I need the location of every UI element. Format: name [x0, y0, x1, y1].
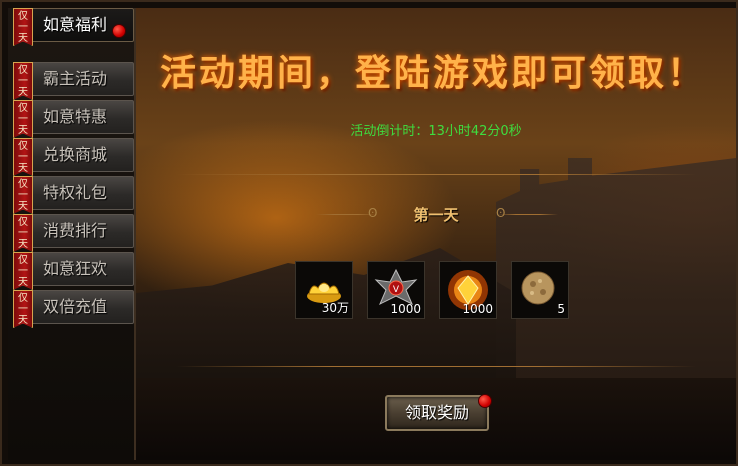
- scroll-ornament-right-icon: ʘ: [496, 206, 506, 220]
- sidebar-item-exchange-shop[interactable]: 仅一天 兑换商城: [13, 138, 134, 176]
- one-day-ribbon: 仅一天: [13, 100, 33, 138]
- sidebar-item-label: 特权礼包: [43, 183, 108, 202]
- one-day-ribbon: 仅一天: [13, 8, 33, 46]
- sidebar-item-double-recharge[interactable]: 仅一天 双倍充值: [13, 290, 134, 328]
- sidebar-item-overlord-event[interactable]: 仅一天 霸主活动: [13, 62, 134, 100]
- sidebar-item-privilege-pack[interactable]: 仅一天 特权礼包: [13, 176, 134, 214]
- day-title: 第一天: [413, 206, 459, 224]
- sidebar-item-spending-ranking[interactable]: 仅一天 消费排行: [13, 214, 134, 252]
- countdown-label: 活动倒计时：: [350, 124, 429, 139]
- reward-quantity: 1000: [390, 302, 421, 316]
- one-day-ribbon: 仅一天: [13, 252, 33, 290]
- day-title-right-line: [498, 214, 558, 215]
- one-day-ribbon: 仅一天: [13, 176, 33, 214]
- notification-dot: [112, 24, 126, 38]
- reward-quantity: 30万: [321, 301, 349, 315]
- countdown-value: 13小时42分0秒: [428, 124, 522, 139]
- sidebar: 仅一天 如意福利 仅一天 霸主活动 仅一天 如意特惠 仅一天 兑换商城 仅一天 …: [8, 8, 136, 460]
- one-day-ribbon: 仅一天: [13, 138, 33, 176]
- sidebar-item-label: 双倍充值: [43, 297, 108, 316]
- claim-reward-button[interactable]: 领取奖励: [385, 395, 489, 431]
- divider-bottom: [176, 366, 696, 367]
- sidebar-item-label: 如意福利: [43, 15, 108, 34]
- reward-quantity: 1000: [462, 302, 493, 316]
- sidebar-item-label: 消费排行: [43, 221, 108, 240]
- one-day-ribbon: 仅一天: [13, 62, 33, 100]
- sidebar-item-ruyi-deals[interactable]: 仅一天 如意特惠: [13, 100, 134, 138]
- reward-slot[interactable]: V 1000: [367, 261, 425, 319]
- countdown-text: 活动倒计时：13小时42分0秒: [136, 120, 736, 139]
- reward-slot[interactable]: 1000: [439, 261, 497, 319]
- event-headline: 活动期间，登陆游戏即可领取！: [160, 52, 707, 94]
- one-day-ribbon: 仅一天: [13, 290, 33, 328]
- sidebar-item-label: 兑换商城: [43, 145, 108, 164]
- main-panel: 活动期间，登陆游戏即可领取！ 活动倒计时：13小时42分0秒 ʘ 第一天 ʘ 3…: [136, 8, 736, 460]
- reward-slot[interactable]: 30万: [295, 261, 353, 319]
- one-day-ribbon: 仅一天: [13, 214, 33, 252]
- reward-slot[interactable]: 5: [511, 261, 569, 319]
- svg-text:V: V: [393, 285, 400, 295]
- event-window: 仅一天 如意福利 仅一天 霸主活动 仅一天 如意特惠 仅一天 兑换商城 仅一天 …: [0, 0, 738, 466]
- sidebar-item-label: 如意狂欢: [43, 259, 108, 278]
- sidebar-item-ruyi-carnival[interactable]: 仅一天 如意狂欢: [13, 252, 134, 290]
- reward-quantity: 5: [557, 302, 565, 316]
- notification-dot: [478, 394, 492, 408]
- sidebar-item-label: 霸主活动: [43, 69, 108, 88]
- sidebar-item-label: 如意特惠: [43, 107, 108, 126]
- divider-top: [176, 174, 696, 175]
